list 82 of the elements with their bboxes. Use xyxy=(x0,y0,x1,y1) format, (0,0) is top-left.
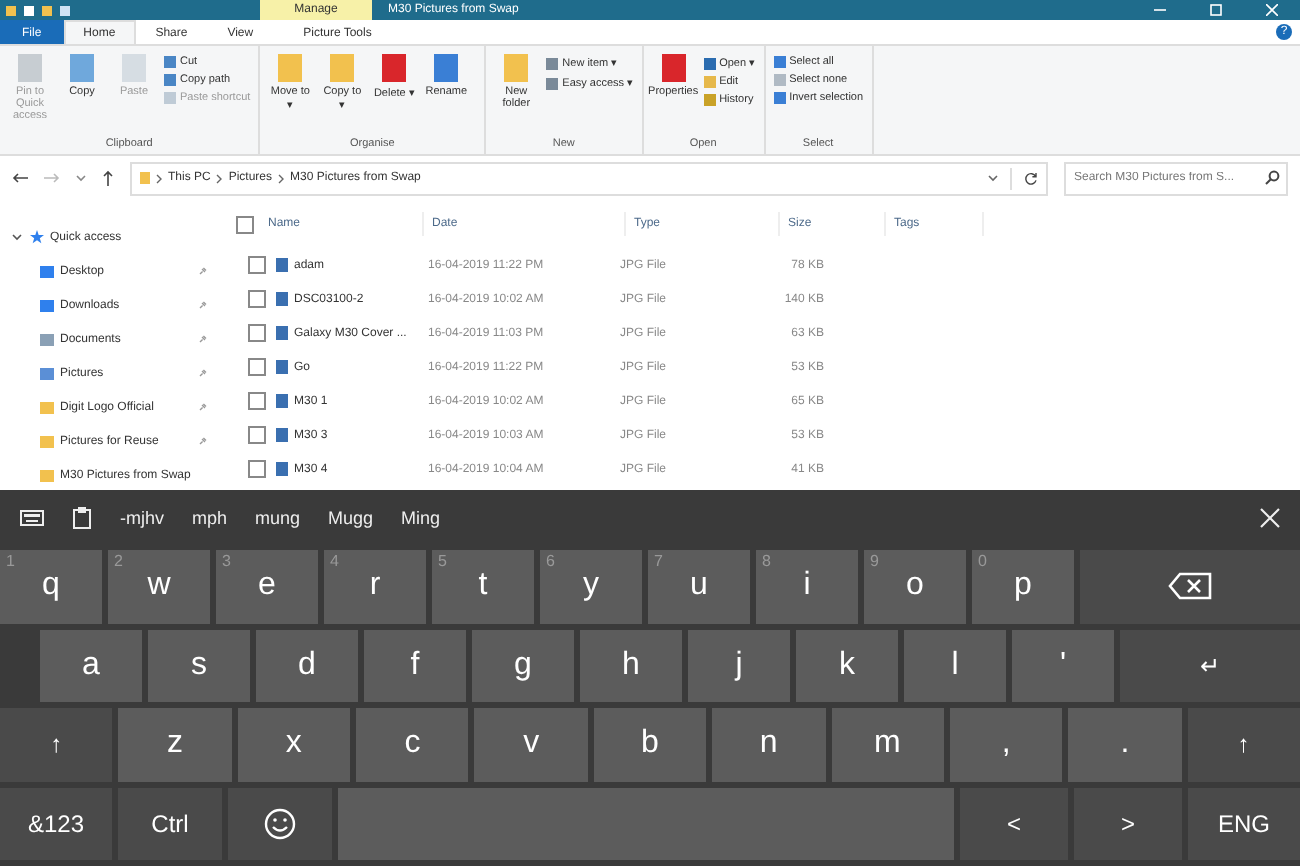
keyboard-key[interactable]: 8 i xyxy=(756,550,858,623)
smiley-icon xyxy=(264,807,296,840)
keyboard-key[interactable]: m xyxy=(831,708,944,781)
image-file-icon xyxy=(276,394,288,408)
chevron-right-icon xyxy=(156,173,162,183)
image-file-icon xyxy=(276,326,288,340)
keyboard-key[interactable]: ↑ xyxy=(0,708,113,781)
keyboard-key[interactable]: 2 w xyxy=(108,550,210,623)
keyboard-key[interactable]: x xyxy=(237,708,351,781)
keyboard-key[interactable]: l xyxy=(904,629,1006,702)
up-icon[interactable] xyxy=(102,170,114,186)
backspace-icon xyxy=(1168,572,1212,601)
folder-icon[interactable] xyxy=(6,5,16,15)
suggestion[interactable]: mph xyxy=(192,507,228,527)
keyboard-key[interactable]: b xyxy=(593,708,707,781)
checkbox[interactable] xyxy=(248,290,266,308)
suggestion[interactable]: -mjhv xyxy=(120,507,164,527)
keyboard-key[interactable]: 6 y xyxy=(540,550,642,623)
keyboard-key[interactable]: Ctrl xyxy=(118,787,222,860)
checkbox[interactable] xyxy=(248,392,266,410)
properties-icon[interactable] xyxy=(24,5,34,15)
search-icon xyxy=(1264,169,1280,185)
keyboard-icon[interactable] xyxy=(20,507,44,527)
emoji-key[interactable] xyxy=(228,787,332,860)
suggestion[interactable]: Mugg xyxy=(328,507,374,527)
keyboard-key[interactable]: &123 xyxy=(0,787,112,860)
keyboard-key[interactable]: d xyxy=(256,629,358,702)
image-file-icon xyxy=(276,258,288,272)
image-file-icon xyxy=(276,292,288,306)
checkbox[interactable] xyxy=(236,215,254,233)
folder-icon xyxy=(140,172,150,184)
chevron-right-icon xyxy=(278,173,285,183)
clipboard-icon[interactable] xyxy=(72,505,92,529)
keyboard-key[interactable]: s xyxy=(148,629,250,702)
keyboard-key[interactable]: ↵ xyxy=(1120,629,1300,702)
keyboard-key[interactable]: 0 p xyxy=(972,550,1074,623)
refresh-icon[interactable] xyxy=(1024,171,1038,185)
chevron-icon[interactable] xyxy=(12,232,22,242)
window-icon[interactable] xyxy=(60,5,70,15)
image-file-icon xyxy=(276,462,288,476)
keyboard-key[interactable]: , xyxy=(949,708,1063,781)
keyboard-key[interactable]: ' xyxy=(1012,629,1114,702)
keyboard-key[interactable]: 7 u xyxy=(648,550,750,623)
image-file-icon xyxy=(276,428,288,442)
suggestion[interactable]: mung xyxy=(255,507,301,527)
back-icon[interactable] xyxy=(12,172,28,184)
maximize-icon[interactable] xyxy=(1210,4,1222,16)
keyboard-key[interactable]: f xyxy=(364,629,466,702)
checkbox[interactable] xyxy=(248,426,266,444)
keyboard-key[interactable]: ENG xyxy=(1188,787,1300,860)
checkbox[interactable] xyxy=(248,324,266,342)
keyboard-key[interactable]: 9 o xyxy=(864,550,966,623)
keyboard-key[interactable]: j xyxy=(688,629,790,702)
backspace-key[interactable] xyxy=(1080,550,1300,623)
chevron-down-icon[interactable] xyxy=(76,174,86,182)
keyboard-key[interactable]: k xyxy=(796,629,898,702)
minimize-icon[interactable] xyxy=(1154,4,1166,16)
star-icon xyxy=(30,230,44,244)
image-file-icon xyxy=(276,360,288,374)
keyboard-key[interactable]: v xyxy=(474,708,588,781)
keyboard-key[interactable]: n xyxy=(712,708,826,781)
suggestion[interactable]: Ming xyxy=(401,507,441,527)
folder-icon[interactable] xyxy=(42,5,52,15)
chevron-right-icon xyxy=(216,173,223,183)
keyboard-key[interactable]: h xyxy=(580,629,682,702)
keyboard-key[interactable]: < xyxy=(960,787,1068,860)
keyboard-key[interactable]: > xyxy=(1074,787,1182,860)
keyboard-key[interactable]: 5 t xyxy=(432,550,534,623)
keyboard-key[interactable]: ↑ xyxy=(1187,708,1300,781)
close-icon[interactable] xyxy=(1260,507,1280,527)
keyboard-key[interactable]: . xyxy=(1068,708,1182,781)
keyboard-key[interactable]: g xyxy=(472,629,574,702)
checkbox[interactable] xyxy=(248,256,266,274)
keyboard-key[interactable]: 1 q xyxy=(0,550,102,623)
keyboard-key[interactable]: z xyxy=(118,708,232,781)
keyboard-key[interactable]: 4 r xyxy=(324,550,426,623)
chevron-down-icon[interactable] xyxy=(988,174,998,182)
keyboard-key[interactable]: c xyxy=(356,708,469,781)
checkbox[interactable] xyxy=(248,358,266,376)
keyboard-key[interactable]: 3 e xyxy=(216,550,318,623)
checkbox[interactable] xyxy=(248,460,266,478)
keyboard-key[interactable]: a xyxy=(40,629,142,702)
